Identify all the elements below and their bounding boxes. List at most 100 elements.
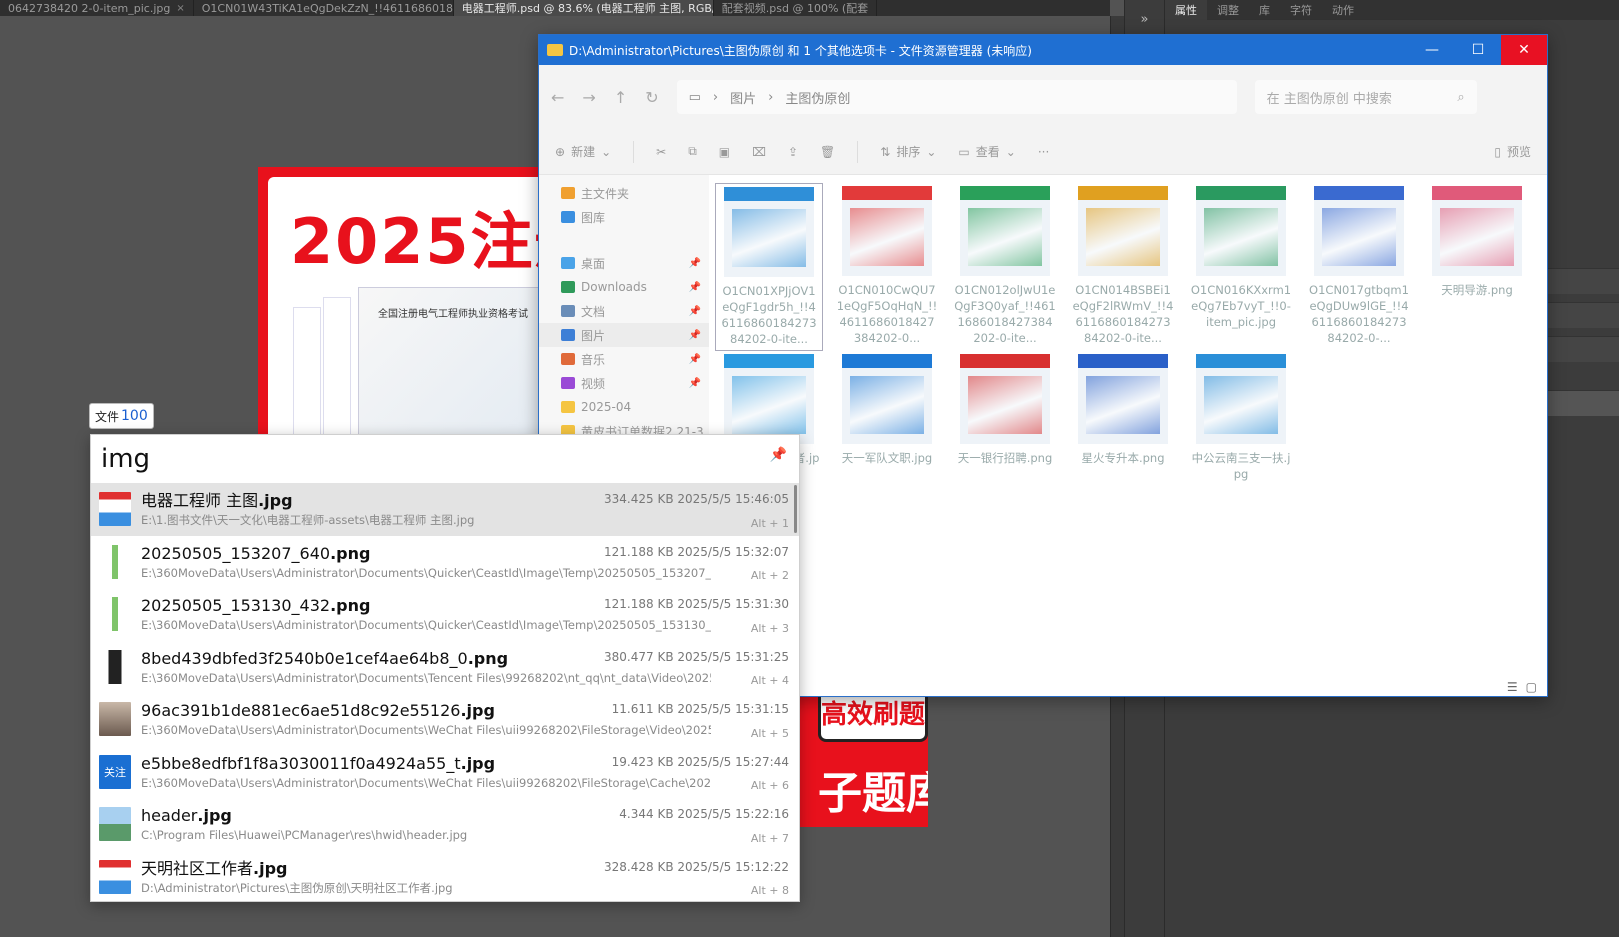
pin-icon: 📌: [688, 353, 701, 365]
file-tile[interactable]: 中公云南三支一扶.jpg: [1187, 351, 1295, 519]
explorer-title: D:\Administrator\Pictures\主图伪原创 和 1 个其他选…: [569, 43, 1032, 58]
result-shortcut: Alt + 2: [750, 569, 789, 582]
thumbnail-content: [732, 209, 806, 267]
nav-item[interactable]: 2025-04: [539, 395, 709, 419]
sort-button[interactable]: ⇅ 排序 ⌄: [880, 143, 936, 160]
folder-icon: [561, 257, 575, 269]
nav-item[interactable]: 图库: [539, 205, 709, 229]
file-tile[interactable]: 天一军队文职.jpg: [833, 351, 941, 519]
nav-item[interactable]: 文档 📌: [539, 299, 709, 323]
file-name: 天明导游.png: [1441, 283, 1513, 297]
result-basename: 8bed439dbfed3f2540b0e1cef4ae64b8_0: [141, 648, 468, 668]
ps-document-tab[interactable]: 电器工程师.psd @ 83.6% (电器工程师 主图, RGB/8#)×: [453, 0, 714, 16]
ps-collapse-icon[interactable]: »: [1131, 8, 1159, 30]
thumbnail-content: [1086, 376, 1160, 434]
preview-button[interactable]: ▯ 预览: [1494, 143, 1531, 160]
nav-item[interactable]: 视频 📌: [539, 371, 709, 395]
thumbnail-content: [968, 376, 1042, 434]
explorer-search-input[interactable]: 在 主图伪原创 中搜索 ⌕: [1254, 80, 1477, 114]
search-result-row[interactable]: header.jpg C:\Program Files\Huawei\PCMana…: [91, 798, 799, 851]
ps-panel-tab[interactable]: 字符: [1280, 0, 1322, 20]
pin-icon[interactable]: 📌: [770, 447, 787, 463]
file-name: O1CN016KXxrm1eQg7Eb7vyT_!!0-item_pic.jpg: [1190, 283, 1292, 329]
tiles-view-icon[interactable]: ▢: [1526, 680, 1537, 694]
search-result-row[interactable]: 8bed439dbfed3f2540b0e1cef4ae64b8_0.png E:…: [91, 641, 799, 694]
ps-panel-tab[interactable]: 库: [1249, 0, 1280, 20]
ps-panel-tabs: 属性 调整库字符 动作: [1165, 0, 1619, 20]
result-meta: 121.188 KB 2025/5/5 15:32:07: [604, 545, 789, 559]
paste-icon[interactable]: ▣: [719, 145, 730, 159]
book-label: 全国注册电气工程师执业资格考试: [378, 309, 528, 320]
quicker-search-panel: img 📌 电器工程师 主图.jpg E:\1.图书文件\天一文化\电器工程师-a…: [90, 434, 800, 902]
result-extension: .jpg: [460, 701, 495, 721]
ps-document-tab[interactable]: 配套视频.psd @ 100% (配套: [714, 0, 878, 16]
file-name: 天一银行招聘.png: [957, 451, 1053, 465]
nav-item[interactable]: 图片 📌: [539, 323, 709, 347]
thumbnail-band: [960, 354, 1050, 368]
view-button[interactable]: ▭ 查看 ⌄: [958, 143, 1015, 160]
result-date: 2025/5/5 15:27:44: [677, 754, 789, 769]
up-arrow-icon[interactable]: ↑: [614, 88, 627, 107]
result-count: 100: [121, 408, 148, 424]
share-icon[interactable]: ⇪: [788, 145, 798, 159]
nav-item[interactable]: Downloads 📌: [539, 275, 709, 299]
search-result-row[interactable]: 电器工程师 主图.jpg E:\1.图书文件\天一文化\电器工程师-assets\…: [91, 483, 799, 536]
ps-panel-tab[interactable]: 调整: [1207, 0, 1249, 20]
search-result-row[interactable]: 关注 e5bbe8edfbf1f8a3030011f0a4924a55_t.jpg…: [91, 746, 799, 799]
file-tile[interactable]: O1CN016KXxrm1eQg7Eb7vyT_!!0-item_pic.jpg: [1187, 183, 1295, 351]
thumbnail-content: [1204, 208, 1278, 266]
file-tile[interactable]: O1CN01XPJjOV1eQgF1gdr5h_!!46116860184273…: [715, 183, 823, 351]
search-result-row[interactable]: 20250505_153207_640.png E:\360MoveData\Us…: [91, 536, 799, 589]
folder-icon: [561, 353, 575, 365]
file-thumbnail: 关注: [99, 754, 131, 789]
new-button[interactable]: ⊕ 新建 ⌄: [555, 143, 611, 160]
thumbnail-band: [1432, 186, 1522, 200]
file-thumbnail: [99, 597, 131, 632]
ps-document-tab[interactable]: O1CN01W43TiKA1eQgDekZzN_!!46116860184273…: [194, 0, 454, 16]
details-view-icon[interactable]: ☰: [1507, 680, 1518, 694]
minimize-button[interactable]: —: [1409, 35, 1455, 65]
result-date: 2025/5/5 15:31:15: [677, 702, 789, 716]
address-bar[interactable]: ▭ › 图片 › 主图伪原创: [676, 80, 1237, 114]
file-tile[interactable]: 星火专升本.png: [1069, 351, 1177, 519]
ps-panel-tab[interactable]: 属性: [1165, 0, 1207, 20]
copy-icon[interactable]: ⧉: [688, 144, 697, 159]
file-view: O1CN01XPJjOV1eQgF1gdr5h_!!46116860184273…: [709, 175, 1547, 696]
ps-document-tab[interactable]: 0642738420 2-0-item_pic.jpg ×: [0, 0, 194, 16]
nav-item[interactable]: 主文件夹: [539, 181, 709, 205]
results-scrollbar[interactable]: [794, 485, 797, 533]
search-result-row[interactable]: 20250505_153130_432.png E:\360MoveData\Us…: [91, 588, 799, 641]
file-tile[interactable]: O1CN017gtbqm1eQgDUw9lGE_!!46116860184273…: [1305, 183, 1413, 351]
breadcrumb-folder[interactable]: 主图伪原创: [785, 88, 850, 107]
refresh-icon[interactable]: ↻: [645, 88, 658, 107]
cut-icon[interactable]: ✂: [656, 145, 666, 159]
file-tile[interactable]: 天明导游.png: [1423, 183, 1531, 351]
result-size: 19.423 KB: [611, 754, 674, 769]
delete-icon[interactable]: 🗑: [820, 145, 835, 159]
file-thumbnail: [842, 186, 932, 276]
more-options-button[interactable]: ···: [1038, 145, 1049, 159]
forward-arrow-icon[interactable]: →: [582, 88, 595, 107]
close-button[interactable]: ✕: [1501, 35, 1547, 65]
file-tile[interactable]: 天一银行招聘.png: [951, 351, 1059, 519]
explorer-titlebar[interactable]: D:\Administrator\Pictures\主图伪原创 和 1 个其他选…: [539, 35, 1547, 65]
close-icon[interactable]: ×: [176, 3, 184, 14]
search-result-row[interactable]: 96ac391b1de881ec6ae51d8c92e55126.jpg E:\3…: [91, 693, 799, 746]
result-meta: 11.611 KB 2025/5/5 15:31:15: [612, 702, 789, 716]
result-size: 380.477 KB: [604, 649, 674, 664]
nav-item[interactable]: 音乐 📌: [539, 347, 709, 371]
nav-item-label: 主文件夹: [581, 186, 630, 201]
quicker-search-input[interactable]: img 📌: [91, 435, 799, 483]
result-shortcut: Alt + 7: [750, 831, 789, 845]
ps-panel-tab[interactable]: 动作: [1322, 0, 1364, 20]
search-result-row[interactable]: 天明社区工作者.jpg D:\Administrator\Pictures\主图伪…: [91, 851, 799, 902]
maximize-button[interactable]: ☐: [1455, 35, 1501, 65]
rename-icon[interactable]: ⌧: [752, 145, 766, 159]
file-tile[interactable]: O1CN012olJwU1eQgF3Q0yaf_!!46116860184273…: [951, 183, 1059, 351]
breadcrumb-pictures[interactable]: 图片: [730, 88, 756, 107]
back-arrow-icon[interactable]: ←: [551, 88, 564, 107]
divider: [857, 140, 859, 163]
file-tile[interactable]: O1CN010CwQU71eQgF5OqHqN_!!46116860184273…: [833, 183, 941, 351]
file-tile[interactable]: O1CN014BSBEi1eQgF2lRWmV_!!46116860184273…: [1069, 183, 1177, 351]
nav-item[interactable]: 桌面 📌: [539, 251, 709, 275]
